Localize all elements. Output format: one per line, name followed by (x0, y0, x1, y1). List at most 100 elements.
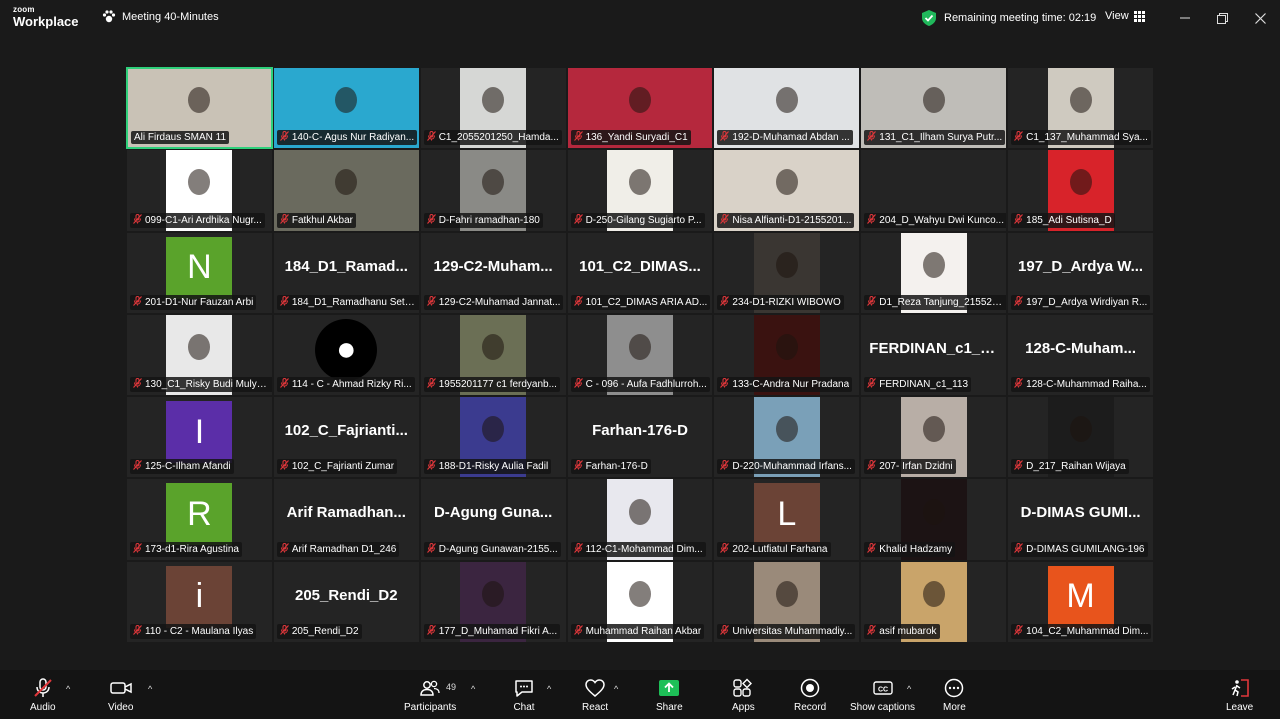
participant-name-label: 188-D1-Risky Aulia Fadil (423, 459, 552, 475)
participant-tile[interactable]: 131_C1_Ilham Surya Putr... (860, 67, 1008, 150)
participant-tile[interactable]: 185_Adi Sutisna_D (1007, 149, 1154, 232)
participant-tile[interactable]: Fatkhul Akbar (272, 149, 420, 232)
participant-tile[interactable]: 129-C2-Muham... 129-C2-Muhamad Jannat... (419, 231, 567, 314)
participant-tile[interactable]: 207- Irfan Dzidni (860, 396, 1008, 479)
brand-small: zoom (13, 5, 35, 14)
audio-options-caret[interactable]: ^ (66, 684, 70, 694)
participant-tile[interactable]: 130_C1_Risky Budi Mulya... (126, 313, 273, 397)
participant-name-label: Ali Firdaus SMAN 11 (131, 131, 230, 145)
participant-tile[interactable]: D-Agung Guna... D-Agung Gunawan-2155... (419, 478, 567, 561)
share-button[interactable]: Share (656, 678, 683, 713)
video-button[interactable]: Video (108, 678, 133, 713)
participant-tile[interactable]: D-Fahri ramadhan-180 (419, 149, 567, 232)
participant-silhouette (482, 416, 505, 443)
participant-tile[interactable]: 133-C-Andra Nur Pradana (713, 313, 861, 397)
participant-tile[interactable]: Muhammad Raihan Akbar (566, 560, 714, 643)
participants-options-caret[interactable]: ^ (471, 684, 475, 694)
react-button[interactable]: React (582, 678, 608, 713)
participant-tile[interactable]: 136_Yandi Suryadi_C1 (566, 67, 714, 150)
participant-name: 140-C- Agus Nur Radiyan... (291, 132, 415, 144)
participant-tile[interactable]: Khalid Hadzamy (860, 478, 1008, 561)
participant-tile[interactable]: 197_D_Ardya W... 197_D_Ardya Wirdiyan R..… (1007, 231, 1154, 314)
mic-muted-icon (426, 213, 436, 227)
participant-tile[interactable]: 101_C2_DIMAS... 101_C2_DIMAS ARIA AD... (566, 231, 714, 314)
participant-tile[interactable]: Arif Ramadhan... Arif Ramadhan D1_246 (272, 478, 420, 561)
participant-tile[interactable]: 140-C- Agus Nur Radiyan... (272, 67, 420, 150)
participant-name-label: Universitas Muhammadiy... (717, 623, 856, 639)
view-button[interactable]: View (1105, 10, 1145, 22)
participant-name: 101_C2_DIMAS ARIA AD... (585, 296, 708, 308)
participant-tile[interactable]: Nisa Alfianti-D1-2155201... (713, 149, 861, 232)
participant-tile[interactable]: 234-D1-RIZKI WIBOWO (713, 231, 861, 314)
participant-tile[interactable]: C1_137_Muhammad Sya... (1007, 67, 1154, 150)
close-button[interactable] (1250, 8, 1270, 28)
participants-count: 49 (446, 682, 457, 692)
participant-tile[interactable]: Ali Firdaus SMAN 11 (126, 67, 273, 150)
mic-muted-icon (426, 460, 436, 473)
apps-button[interactable]: Apps (732, 678, 755, 713)
chat-options-caret[interactable]: ^ (547, 684, 551, 694)
chat-button[interactable]: Chat (513, 678, 535, 713)
remaining-time: Remaining meeting time: 02:19 (922, 10, 1096, 26)
participant-tile[interactable]: 099-C1-Ari Ardhika Nugr... (126, 149, 273, 232)
participant-tile[interactable]: D-DIMAS GUMI... D-DIMAS GUMILANG-196 (1007, 478, 1154, 561)
participant-tile[interactable]: 192-D-Muhamad Abdan ... (713, 67, 861, 150)
react-options-caret[interactable]: ^ (614, 684, 618, 694)
participant-tile[interactable]: Universitas Muhammadiy... (713, 560, 861, 643)
participant-tile[interactable]: I 125-C-Ilham Afandi (126, 396, 273, 479)
participant-tile[interactable]: L 202-Lutfiatul Farhana (713, 478, 861, 561)
participant-tile[interactable]: D-250-Gilang Sugiarto P... (566, 149, 714, 232)
participant-tile[interactable]: 112-C1-Mohammad Dim... (566, 478, 714, 561)
participant-tile[interactable]: FERDINAN_c1_1... FERDINAN_c1_113 (860, 313, 1008, 397)
mic-muted-icon (720, 624, 730, 638)
participant-name-label: 130_C1_Risky Budi Mulya... (130, 377, 272, 393)
participant-name: 136_Yandi Suryadi_C1 (585, 132, 688, 144)
participant-tile[interactable]: 128-C-Muham... 128-C-Muhammad Raiha... (1007, 313, 1154, 397)
participant-tile[interactable]: N 201-D1-Nur Fauzan Arbi (126, 231, 273, 314)
minimize-button[interactable] (1175, 8, 1195, 28)
participant-tile[interactable]: 1955201177 c1 ferdyanb... (419, 313, 567, 397)
participant-tile[interactable]: D_217_Raihan Wijaya (1007, 396, 1154, 479)
participant-tile[interactable]: 188-D1-Risky Aulia Fadil (419, 396, 567, 479)
leave-button[interactable]: Leave (1226, 678, 1253, 713)
share-label: Share (656, 702, 683, 713)
participant-name-label: Arif Ramadhan D1_246 (276, 541, 400, 557)
react-label: React (582, 702, 609, 713)
participant-tile[interactable]: 205_Rendi_D2 205_Rendi_D2 (272, 560, 420, 643)
close-icon (1254, 12, 1266, 24)
participant-tile[interactable]: C1_2055201250_Hamda... (419, 67, 567, 150)
mic-muted-icon (1014, 295, 1024, 309)
participant-tile[interactable]: D-220-Muhammad Irfans... (713, 396, 861, 479)
participant-tile[interactable]: D1_Reza Tanjung_215520... (860, 231, 1008, 314)
participant-tile[interactable]: 102_C_Fajrianti... 102_C_Fajrianti Zumar (272, 396, 420, 479)
meeting-info[interactable]: Meeting 40-Minutes (102, 10, 219, 23)
participant-name: 125-C-Ilham Afandi (145, 461, 231, 473)
participant-tile[interactable]: R 173-d1-Rira Agustina (126, 478, 273, 561)
participant-name-label: 192-D-Muhamad Abdan ... (717, 130, 853, 146)
participant-tile[interactable]: 177_D_Muhamad Fikri A... (419, 560, 567, 643)
record-button[interactable]: Record (794, 678, 826, 713)
participant-tile[interactable]: 204_D_Wahyu Dwi Kunco... (860, 149, 1008, 232)
participant-tile[interactable]: 184_D1_Ramad... 184_D1_Ramadhanu Sety... (272, 231, 420, 314)
mic-muted-icon (279, 460, 289, 473)
participant-name: D-Agung Gunawan-2155... (438, 543, 558, 555)
restore-button[interactable] (1212, 8, 1232, 28)
participant-tile[interactable]: Farhan-176-D Farhan-176-D (566, 396, 714, 479)
participant-tile[interactable]: i 110 - C2 - Maulana Ilyas (126, 560, 273, 643)
participant-avatar: N (166, 236, 233, 299)
participant-name: FERDINAN_c1_113 (879, 379, 969, 391)
captions-options-caret[interactable]: ^ (907, 684, 911, 694)
mic-muted-icon (573, 213, 583, 227)
participant-name: 129-C2-Muhamad Jannat... (438, 296, 561, 308)
more-button[interactable]: More (943, 678, 966, 713)
audio-button[interactable]: Audio (30, 678, 56, 713)
participant-tile[interactable]: M 104_C2_Muhammad Dim... (1007, 560, 1154, 643)
participant-tile[interactable]: C - 096 - Aufa Fadhlurroh... (566, 313, 714, 397)
video-options-caret[interactable]: ^ (148, 684, 152, 694)
mic-muted-icon (426, 378, 436, 391)
participant-silhouette (775, 251, 798, 278)
participant-silhouette (922, 498, 945, 525)
captions-button[interactable]: CC Show captions (850, 678, 915, 713)
participant-tile[interactable]: asif mubarok (860, 560, 1008, 643)
participant-tile[interactable]: ● 114 - C - Ahmad Rizky Ri... (272, 313, 420, 397)
